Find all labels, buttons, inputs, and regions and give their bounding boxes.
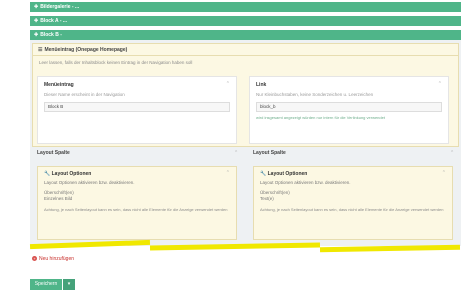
menu-entry-header: ☰ Menüeintrag (Onepage Homepage) [33, 44, 458, 56]
chevron-up-icon[interactable]: ⌃ [450, 150, 454, 156]
accordion-label: Bildergalerie - ... [40, 4, 80, 10]
menu-entry-title: Menüeintrag (Onepage Homepage) [44, 47, 128, 53]
layout-warning: Achtung, je nach Seitenlayout kann es se… [44, 207, 228, 212]
chevron-up-icon[interactable]: ⌃ [234, 150, 238, 156]
field-title: Link [256, 82, 267, 88]
layout-warning: Achtung, je nach Seitenlayout kann es se… [260, 207, 444, 212]
chevron-down-icon[interactable]: ▾ [63, 279, 75, 290]
add-new-link[interactable]: + Neu hinzufügen [32, 256, 74, 262]
chevron-up-icon[interactable]: ⌃ [438, 81, 442, 87]
highlighter-mark [319, 244, 461, 253]
layout-options-title: 🔧 Layout Optionen [44, 171, 92, 177]
plus-icon: ✚ [34, 18, 39, 24]
accordion-item-bildergalerie[interactable]: ✚ Bildergalerie - ... [30, 2, 461, 12]
layout-column-header: Layout Spalte [37, 150, 70, 156]
chevron-up-icon[interactable]: ⌃ [226, 170, 230, 176]
menu-entry-description: Leer lassen, falls der Inhaltsblock kein… [39, 60, 193, 65]
field-note: wird insgesamt angezeigt würden nur inte… [256, 115, 385, 120]
layout-options-title: 🔧 Layout Optionen [260, 171, 308, 177]
layout-options-description: Layout Optionen aktivieren bzw. deaktivi… [260, 180, 351, 185]
menu-entry-field-card: Menüeintrag ⌃ Dieser Name erscheint in d… [37, 76, 237, 144]
add-new-label: Neu hinzufügen [39, 256, 75, 262]
minus-icon: ✚ [34, 32, 39, 38]
save-button[interactable]: Speichern [30, 279, 62, 290]
field-title: Menüeintrag [44, 82, 74, 88]
wrench-icon: 🔧 [44, 171, 51, 177]
link-field-card: Link ⌃ Nur Kleinbuchstaben, keine Sonder… [249, 76, 449, 144]
link-input[interactable]: block_b [256, 102, 442, 112]
chevron-up-icon[interactable]: ⌃ [226, 81, 230, 87]
accordion-item-block-a[interactable]: ✚ Block A - ... [30, 16, 461, 26]
chevron-up-icon[interactable]: ⌃ [442, 170, 446, 176]
field-hint: Dieser Name erscheint in der Navigation [44, 92, 125, 97]
layout-options-description: Layout Optionen aktivieren bzw. deaktivi… [44, 180, 135, 185]
list-icon: ☰ [38, 47, 43, 53]
menu-entry-input[interactable]: Block B [44, 102, 230, 112]
layout-options-panel: 🔧 Layout Optionen ⌃ Layout Optionen akti… [37, 166, 237, 240]
accordion-item-block-b[interactable]: ✚ Block B - [30, 30, 461, 40]
accordion-label: Block A - ... [40, 18, 68, 24]
field-hint: Nur Kleinbuchstaben, keine Sonderzeichen… [256, 92, 374, 97]
wrench-icon: 🔧 [260, 171, 267, 177]
layout-options-panel: 🔧 Layout Optionen ⌃ Layout Optionen akti… [253, 166, 453, 240]
layout-column-header: Layout Spalte [253, 150, 286, 156]
accordion-label: Block B - [40, 32, 62, 38]
plus-circle-icon: + [32, 256, 37, 261]
plus-icon: ✚ [34, 4, 39, 10]
